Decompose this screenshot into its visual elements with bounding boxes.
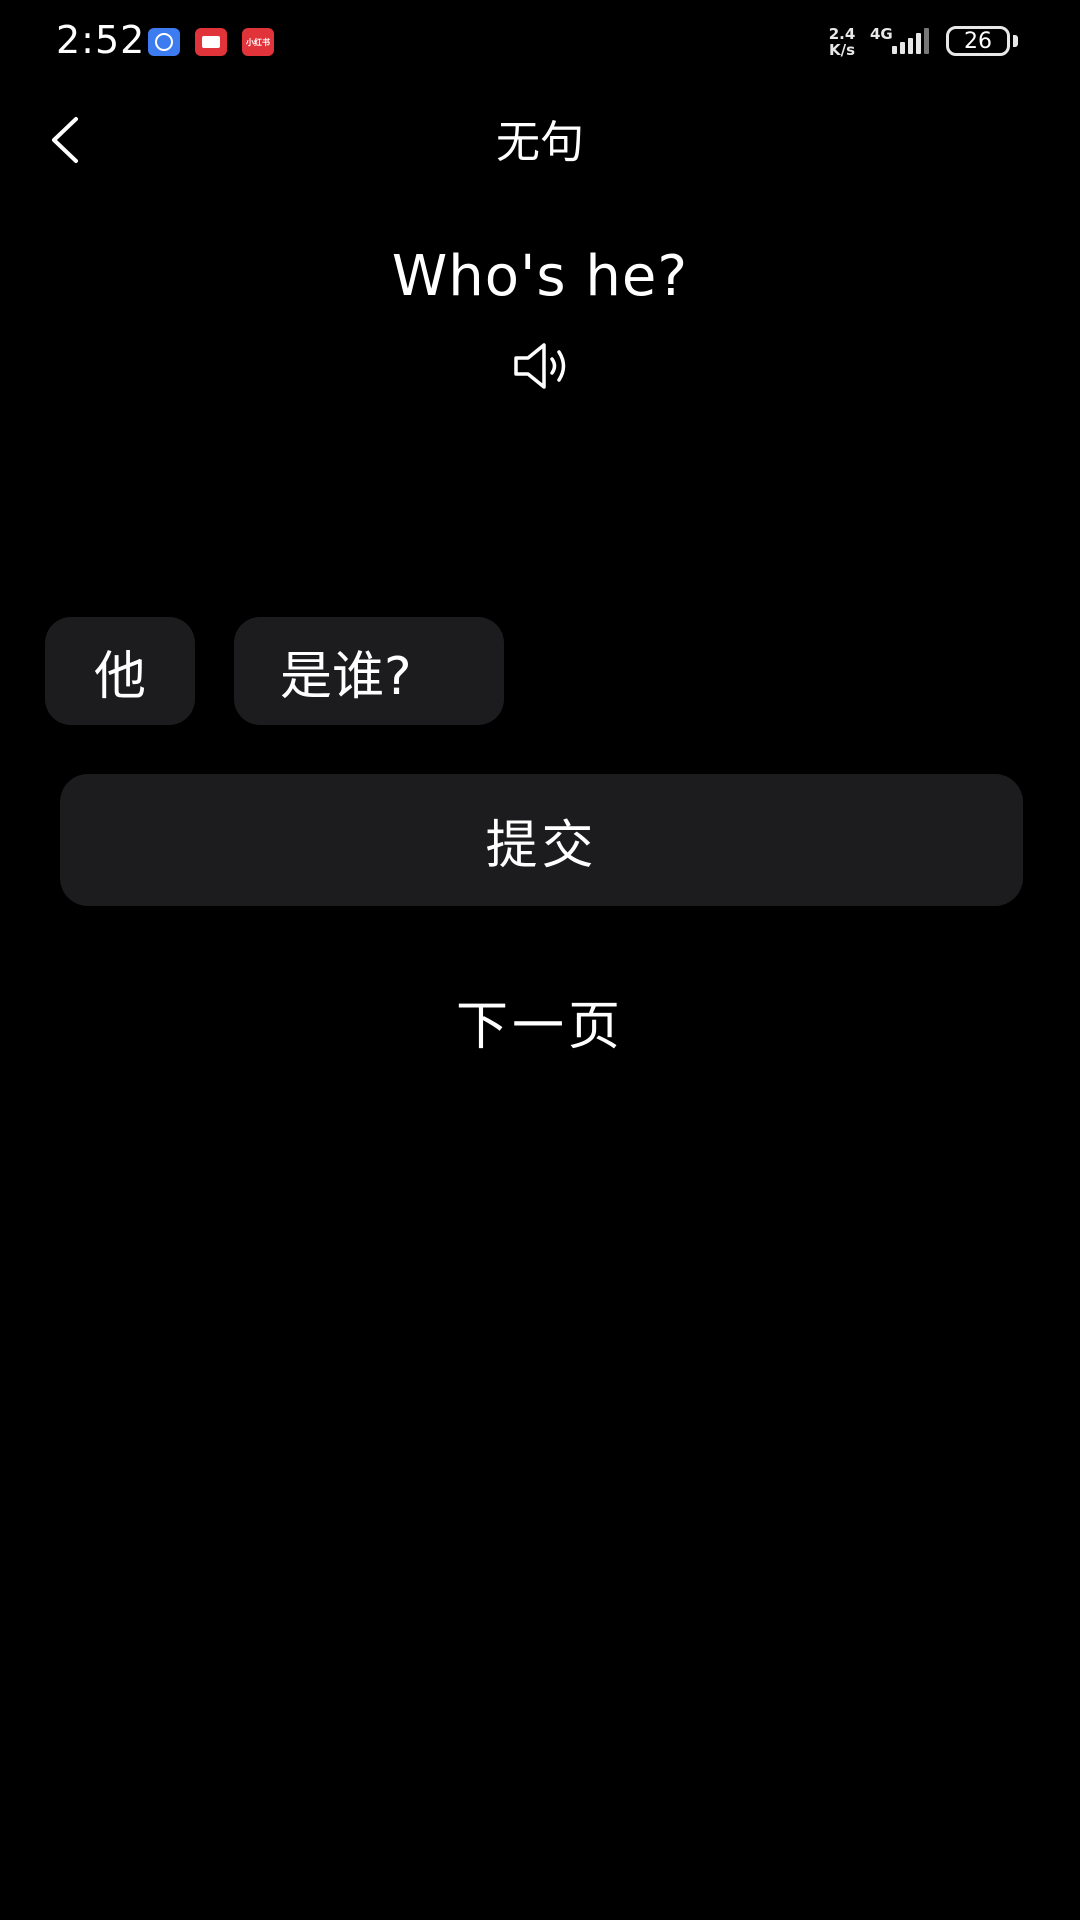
submit-label: 提交 [485,815,598,876]
speaker-icon [514,343,566,389]
battery-tip [1013,35,1018,47]
submit-button[interactable]: 提交 [60,774,1023,906]
next-page-button[interactable]: 下一页 [390,984,690,1057]
sentence-text: Who's he? [391,244,689,309]
battery-icon: 26 [946,26,1010,56]
xiaohongshu-app-icon: 小红书 [242,28,274,56]
word-chip-label: 是谁? [280,646,412,707]
word-chip[interactable]: 是谁? [234,617,504,725]
alarm-app-icon [148,28,180,56]
battery-level: 26 [964,28,992,54]
status-time: 2:52 [56,18,146,62]
xiaohongshu-label: 小红书 [246,37,270,47]
network-speed: 2.4 K/s [824,26,860,58]
word-chips: 他 是谁? [0,617,1080,725]
header: 无句 [0,90,1080,186]
network-speed-unit: K/s [828,41,856,59]
status-bar: 2:52 小红书 2.4 K/s 4G 26 [0,0,1080,84]
word-chip[interactable]: 他 [45,617,195,725]
reader-app-icon [195,28,227,56]
play-audio-button[interactable] [510,338,574,394]
signal-strength-icon [892,28,929,54]
word-chip-label: 他 [93,646,146,707]
page-title: 无句 [496,117,584,168]
screen: 2:52 小红书 2.4 K/s 4G 26 无句 Who's he? 他 是谁… [0,0,1080,1920]
network-speed-value: 2.4 [828,25,856,43]
